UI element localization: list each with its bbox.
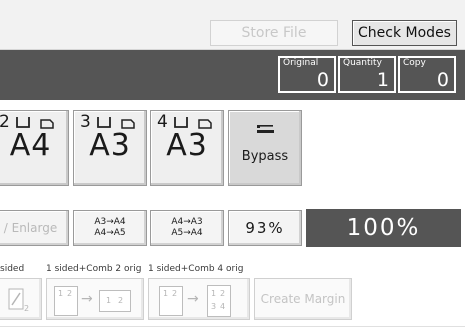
combine-4-originals-button[interactable]: 1 2 → 1 2 3 4 <box>148 278 250 320</box>
bottom-divider <box>0 326 465 327</box>
page-number: 2 <box>172 289 178 298</box>
page-number: 2 <box>118 296 124 305</box>
page-number: 1 <box>163 289 169 298</box>
quantity-value: 1 <box>376 69 389 91</box>
comb-2-label: 1 sided+Comb 2 orig <box>46 264 142 274</box>
combine-2-originals-button[interactable]: 1 2 → 1 2 <box>46 278 144 320</box>
page-number: 1 <box>58 289 64 298</box>
reduce-enlarge-label: / Enlarge <box>3 221 58 235</box>
svg-text:2: 2 <box>24 304 29 313</box>
ratio-a4-a3-button[interactable]: A4→A3 A5→A4 <box>150 210 224 246</box>
page-icon: 1 2 <box>99 290 131 312</box>
quantity-counter: Quantity 1 <box>338 56 396 93</box>
copy-counter: Copy 0 <box>398 56 456 93</box>
page-icon: 1 2 <box>159 286 183 316</box>
ratio-a3-a4-button[interactable]: A3→A4 A4→A5 <box>73 210 147 246</box>
duplex-page-icon: 2 <box>8 288 29 313</box>
ratio-a4-a3-line2: A5→A4 <box>171 228 203 238</box>
ratio-93-label: 93% <box>245 219 285 237</box>
duplex-mode-button[interactable]: 2 <box>0 278 42 320</box>
current-ratio-value: 100% <box>346 215 421 241</box>
current-ratio-display: 100% <box>306 209 461 247</box>
page-number: 3 <box>211 302 217 311</box>
page-number: 2 <box>220 289 226 298</box>
arrow-right-icon: → <box>81 291 93 307</box>
comb-4-label: 1 sided+Comb 4 orig <box>148 264 244 274</box>
tray-2-size: A4 <box>9 128 52 163</box>
bypass-tray-button[interactable]: Bypass <box>228 110 302 186</box>
copy-label: Copy <box>403 58 426 68</box>
ratio-a4-a3-line1: A4→A3 <box>171 217 203 227</box>
page-icon: 1 2 3 4 <box>207 285 231 317</box>
bypass-tray-icon <box>257 125 274 133</box>
reduce-enlarge-button[interactable]: / Enlarge <box>0 210 69 246</box>
page-number: 1 <box>211 289 217 298</box>
page-number: 1 <box>106 296 112 305</box>
original-value: 0 <box>316 69 329 91</box>
original-label: Original <box>283 58 319 68</box>
check-modes-button[interactable]: Check Modes <box>352 20 457 46</box>
bypass-label: Bypass <box>241 149 289 164</box>
paper-tray-4-button[interactable]: 4 A3 <box>150 110 224 186</box>
tray-3-size: A3 <box>89 128 131 163</box>
sided-label: sided <box>0 264 25 274</box>
store-file-button[interactable]: Store File <box>210 20 338 46</box>
paper-tray-3-button[interactable]: 3 A3 <box>73 110 147 186</box>
page-number: 4 <box>220 302 226 311</box>
ratio-a3-a4-line1: A3→A4 <box>94 217 126 227</box>
create-margin-label: Create Margin <box>260 292 346 306</box>
create-margin-button[interactable]: Create Margin <box>254 278 352 320</box>
copy-value: 0 <box>436 69 449 91</box>
page-icon: 1 2 <box>54 286 78 316</box>
original-counter: Original 0 <box>278 56 336 93</box>
ratio-a3-a4-line2: A4→A5 <box>94 228 126 238</box>
arrow-right-icon: → <box>187 291 199 307</box>
paper-tray-2-button[interactable]: 2 A4 <box>0 110 69 186</box>
page-number: 2 <box>67 289 73 298</box>
ratio-93-button[interactable]: 93% <box>228 210 302 246</box>
quantity-label: Quantity <box>343 58 382 68</box>
tray-4-size: A3 <box>166 128 208 163</box>
